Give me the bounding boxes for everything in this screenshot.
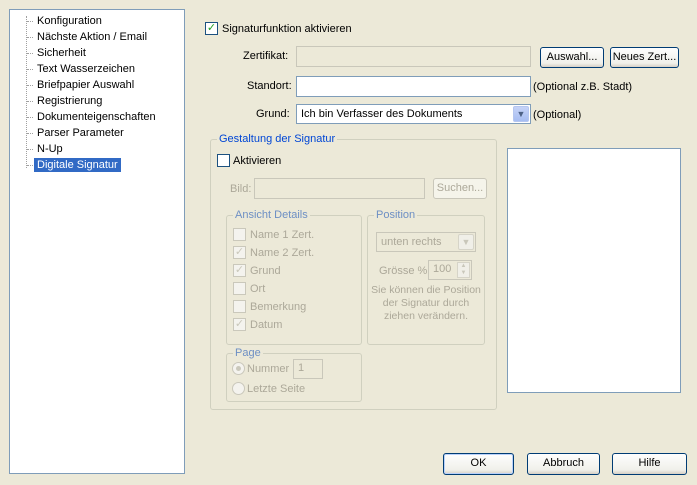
reason-select-value: Ich bin Verfasser des Dokuments xyxy=(301,108,463,120)
tree-item-konfiguration[interactable]: Konfiguration xyxy=(34,14,105,28)
image-path-field xyxy=(254,178,425,199)
stepper-arrows-icon[interactable]: ▲ ▼ xyxy=(457,262,470,278)
detail-ort-checkbox[interactable] xyxy=(233,282,246,295)
help-button[interactable]: Hilfe xyxy=(612,453,687,475)
tree-item-registrierung[interactable]: Registrierung xyxy=(34,94,105,108)
reason-hint: (Optional) xyxy=(533,109,582,121)
tree-connector xyxy=(27,149,33,150)
reason-select[interactable]: Ich bin Verfasser des Dokuments ▼ xyxy=(296,104,531,124)
page-number-field[interactable]: 1 xyxy=(293,359,323,379)
enable-signature-checkbox[interactable]: ✓ xyxy=(205,22,218,35)
tree-item-n-up[interactable]: N-Up xyxy=(34,142,66,156)
position-select-value: unten rechts xyxy=(381,236,442,248)
detail-datum-label: Datum xyxy=(250,319,283,331)
detail-name1-label: Name 1 Zert. xyxy=(250,229,315,241)
tree-connector xyxy=(27,165,33,166)
detail-name2-checkbox[interactable]: ✓ xyxy=(233,246,246,259)
tree-connector xyxy=(27,117,33,118)
chevron-down-icon[interactable]: ▼ xyxy=(513,106,529,122)
image-label: Bild: xyxy=(230,183,252,195)
position-group-title: Position xyxy=(374,208,418,222)
enable-signature-label: Signaturfunktion aktivieren xyxy=(222,23,352,35)
tree-item-parser-parameter[interactable]: Parser Parameter xyxy=(34,126,127,140)
page-number-label: Nummer xyxy=(247,363,290,375)
size-stepper[interactable]: 100 ▲ ▼ xyxy=(428,260,472,280)
search-image-button[interactable]: Suchen... xyxy=(433,178,487,199)
detail-bemerkung-checkbox[interactable] xyxy=(233,300,246,313)
tree-item-dokumenteigenschaften[interactable]: Dokumenteigenschaften xyxy=(34,110,159,124)
detail-bemerkung-label: Bemerkung xyxy=(250,301,307,313)
tree-connector xyxy=(27,69,33,70)
location-hint: (Optional z.B. Stadt) xyxy=(533,81,633,93)
browse-certificate-button[interactable]: Auswahl... xyxy=(540,47,604,68)
tree-connector xyxy=(27,133,33,134)
details-group-title: Ansicht Details xyxy=(233,208,310,222)
tree-item-sicherheit[interactable]: Sicherheit xyxy=(34,46,89,60)
settings-tree[interactable]: Konfiguration Nächste Aktion / Email Sic… xyxy=(9,9,185,474)
detail-grund-checkbox[interactable]: ✓ xyxy=(233,264,246,277)
last-page-radio[interactable] xyxy=(232,382,245,395)
size-value: 100 xyxy=(433,263,452,275)
tree-item-text-wasserzeichen[interactable]: Text Wasserzeichen xyxy=(34,62,138,76)
cancel-button[interactable]: Abbruch xyxy=(527,453,600,475)
tree-connector xyxy=(27,21,33,22)
position-select[interactable]: unten rechts ▼ xyxy=(376,232,476,252)
design-group-title: Gestaltung der Signatur xyxy=(217,132,338,146)
page-number-radio[interactable] xyxy=(232,362,245,375)
detail-grund-label: Grund xyxy=(250,265,281,277)
last-page-label: Letzte Seite xyxy=(247,383,306,395)
certificate-label: Zertifikat: xyxy=(243,50,289,62)
tree-item-naechste-aktion[interactable]: Nächste Aktion / Email xyxy=(34,30,150,44)
tree-connector xyxy=(27,85,33,86)
certificate-field xyxy=(296,46,531,67)
tree-connector xyxy=(26,16,27,168)
detail-name2-label: Name 2 Zert. xyxy=(250,247,315,259)
tree-item-digitale-signatur[interactable]: Digitale Signatur xyxy=(34,158,121,172)
detail-name1-checkbox[interactable] xyxy=(233,228,246,241)
activate-design-label: Aktivieren xyxy=(233,155,282,167)
location-input[interactable] xyxy=(296,76,531,97)
ok-button[interactable]: OK xyxy=(443,453,514,475)
new-certificate-button[interactable]: Neues Zert... xyxy=(610,47,679,68)
tree-connector xyxy=(27,37,33,38)
reason-label: Grund: xyxy=(256,108,290,120)
page-group-title: Page xyxy=(233,346,263,360)
detail-ort-label: Ort xyxy=(250,283,266,295)
tree-connector xyxy=(27,101,33,102)
chevron-down-icon[interactable]: ▼ xyxy=(458,234,474,250)
size-label: Grösse %: xyxy=(379,265,431,277)
tree-connector xyxy=(27,53,33,54)
location-label: Standort: xyxy=(247,80,292,92)
detail-datum-checkbox[interactable]: ✓ xyxy=(233,318,246,331)
signature-preview[interactable] xyxy=(507,148,681,393)
tree-item-briefpapier[interactable]: Briefpapier Auswahl xyxy=(34,78,137,92)
position-hint: Sie können die Position der Signatur dur… xyxy=(371,284,481,322)
activate-design-checkbox[interactable] xyxy=(217,154,230,167)
